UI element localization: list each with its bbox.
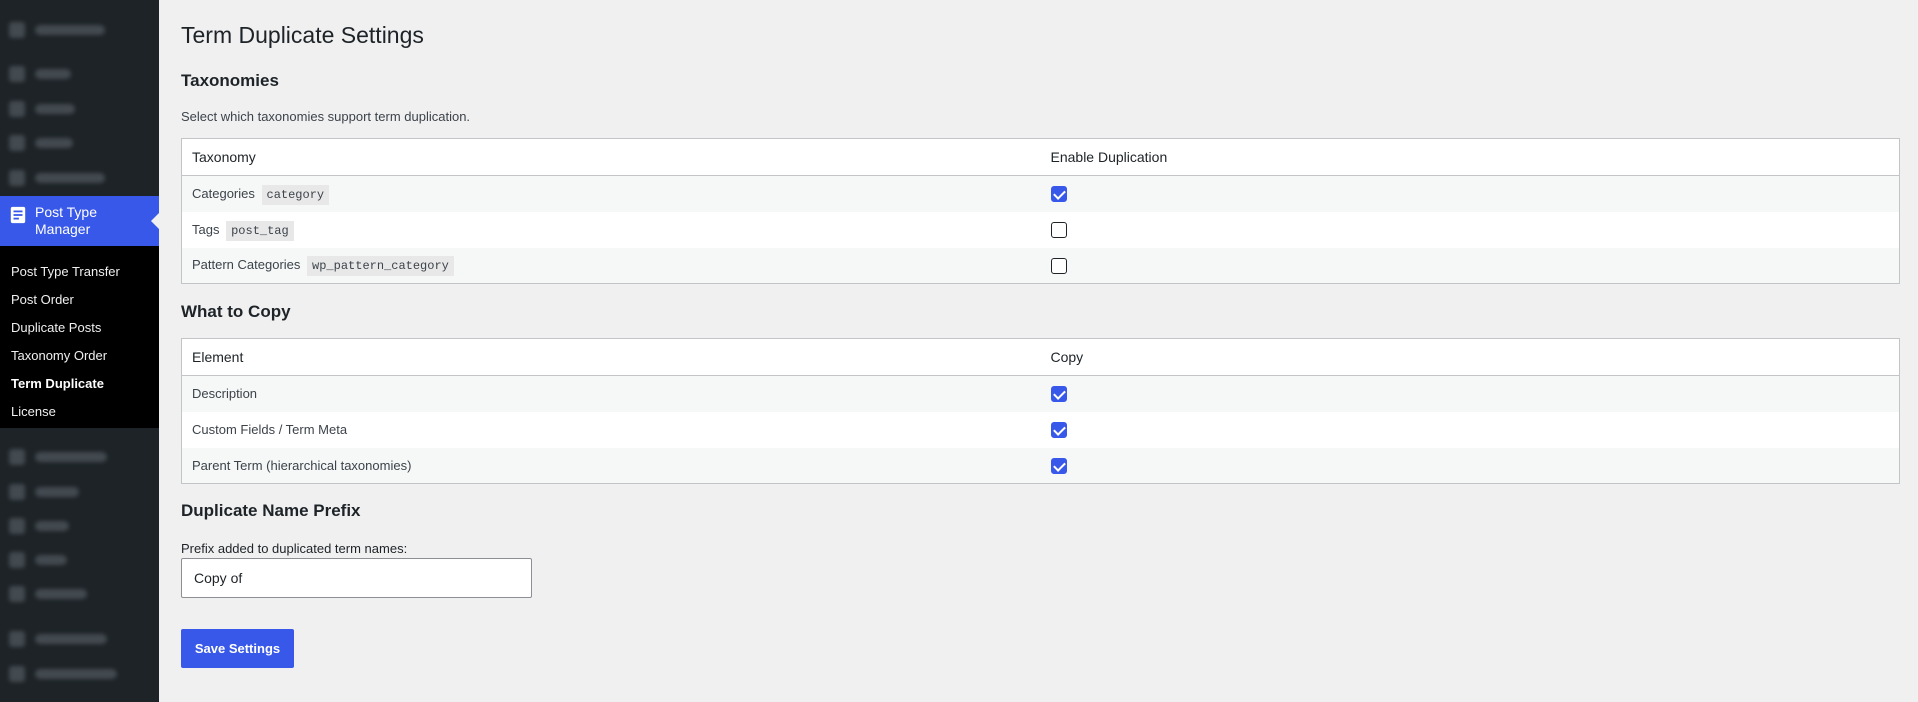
table-header-row: Taxonomy Enable Duplication [181,138,1900,176]
submenu-item-post-type-transfer[interactable]: Post Type Transfer [0,258,159,286]
taxonomy-slug: post_tag [226,220,294,241]
menu-item-media[interactable] [9,100,139,118]
page-icon [9,135,25,151]
taxonomy-slug: wp_pattern_category [307,256,454,277]
enable-duplication-checkbox-pattern-category[interactable] [1050,257,1067,274]
submenu-item-taxonomy-order[interactable]: Taxonomy Order [0,342,159,370]
column-header-taxonomy: Taxonomy [181,138,1041,176]
menu-item-extra-1[interactable] [9,630,139,648]
settings-icon [9,586,25,602]
prefix-input[interactable] [181,558,532,598]
copy-term-meta-checkbox[interactable] [1050,421,1067,438]
plugin-icon [9,484,25,500]
appearance-icon [9,449,25,465]
submenu-item-license[interactable]: License [0,398,159,426]
copy-parent-term-checkbox[interactable] [1050,457,1067,474]
element-label: Parent Term (hierarchical taxonomies) [181,447,1041,484]
menu-item-pages[interactable] [9,134,139,152]
taxonomy-label: Categories [192,185,255,201]
menu-item-settings[interactable] [9,585,139,603]
submenu: Post Type Transfer Post Order Duplicate … [0,246,159,428]
page-title: Term Duplicate Settings [181,22,424,48]
taxonomy-slug: category [261,184,330,205]
menu-item-collapse[interactable] [9,665,139,683]
column-header-element: Element [181,338,1041,376]
menu-item-tools[interactable] [9,551,139,569]
table-row: Categories category [181,175,1900,212]
enable-duplication-checkbox-post-tag[interactable] [1050,221,1067,238]
document-icon [10,206,26,224]
submenu-item-duplicate-posts[interactable]: Duplicate Posts [0,314,159,342]
menu-item-appearance[interactable] [9,448,139,466]
menu-item-dashboard[interactable] [9,21,139,39]
table-header-row: Element Copy [181,338,1900,376]
menu-item-posts[interactable] [9,65,139,83]
menu-item-users[interactable] [9,517,139,535]
save-settings-button[interactable]: Save Settings [181,629,294,668]
menu-item-label: Post Type Manager [35,204,98,237]
taxonomy-label: Pattern Categories [192,257,301,273]
table-row: Custom Fields / Term Meta [182,412,1900,448]
taxonomies-heading: Taxonomies [181,71,279,90]
column-header-enable-duplication: Enable Duplication [1040,138,1900,176]
table-row: Tags post_tag [182,212,1900,248]
what-to-copy-heading: What to Copy [181,302,291,321]
prefix-heading: Duplicate Name Prefix [181,501,361,520]
collapse-icon [9,666,25,682]
media-icon [9,101,25,117]
column-header-copy: Copy [1040,338,1900,376]
element-label: Custom Fields / Term Meta [192,422,348,437]
table-row: Pattern Categories wp_pattern_category [181,247,1900,284]
element-label: Description [181,375,1041,412]
menu-item-comments[interactable] [9,169,139,187]
tools-icon [9,552,25,568]
comment-icon [9,170,25,186]
copy-description-checkbox[interactable] [1050,386,1067,403]
taxonomy-label: Tags [192,221,220,237]
table-row: Description [181,375,1900,412]
enable-duplication-checkbox-category[interactable] [1050,186,1067,203]
what-to-copy-table: Element Copy Description Custom Fields /… [181,338,1900,484]
submenu-item-post-order[interactable]: Post Order [0,286,159,314]
admin-sidebar: Post Type Manager Post Type Transfer Pos… [0,0,159,702]
taxonomies-table: Taxonomy Enable Duplication Categories c… [181,138,1900,284]
pin-icon [9,66,25,82]
table-row: Parent Term (hierarchical taxonomies) [181,447,1900,484]
dashboard-icon [9,22,25,38]
taxonomies-description: Select which taxonomies support term dup… [181,109,471,124]
menu-item-post-type-manager[interactable]: Post Type Manager [0,196,159,246]
submenu-item-term-duplicate[interactable]: Term Duplicate [0,370,159,398]
users-icon [9,518,25,534]
extension-icon [9,631,25,647]
menu-item-plugins[interactable] [9,483,139,501]
prefix-field-label: Prefix added to duplicated term names: [181,541,408,556]
